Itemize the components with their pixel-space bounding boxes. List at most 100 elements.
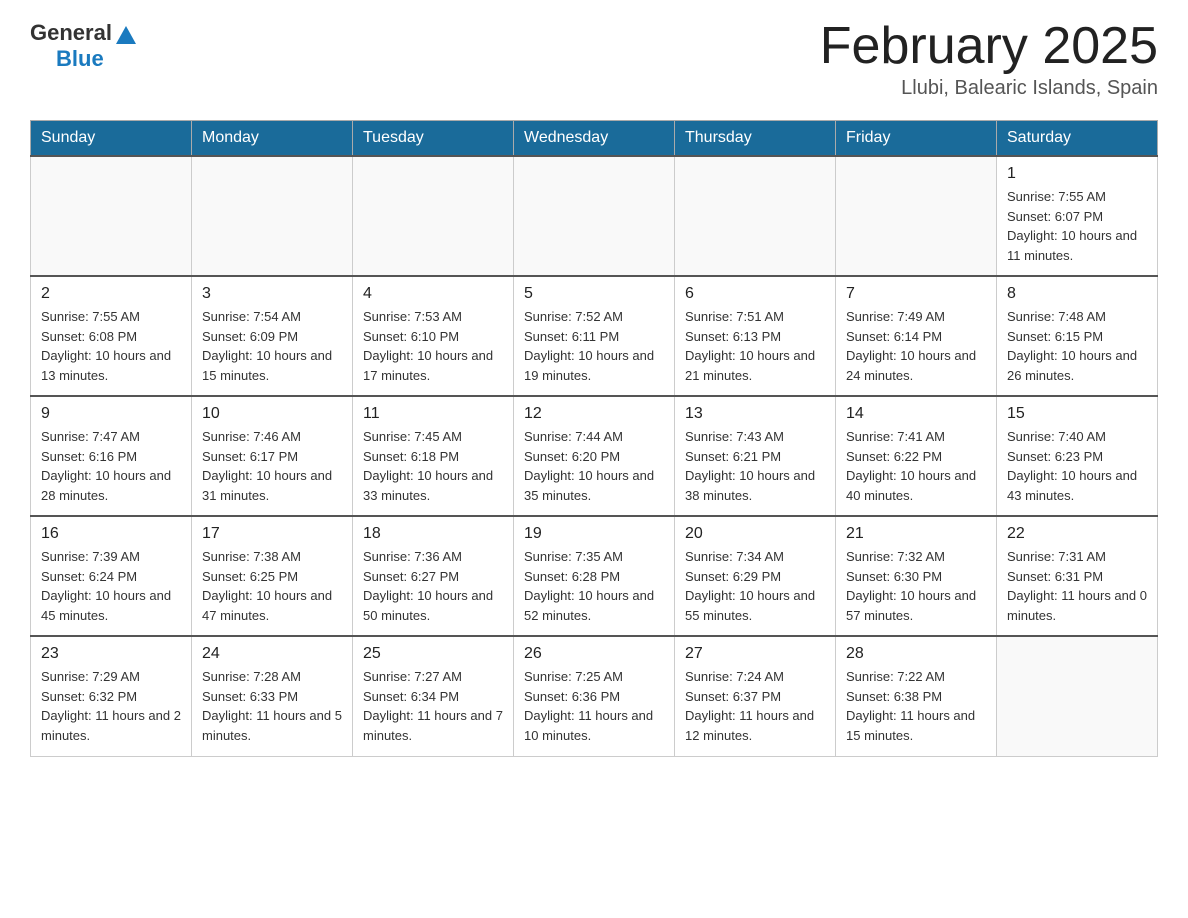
day-number: 25: [363, 645, 503, 663]
day-number: 11: [363, 405, 503, 423]
day-info: Sunrise: 7:34 AM Sunset: 6:29 PM Dayligh…: [685, 547, 825, 625]
calendar-header-tuesday: Tuesday: [353, 121, 514, 157]
calendar-day-cell: [997, 636, 1158, 756]
day-info: Sunrise: 7:49 AM Sunset: 6:14 PM Dayligh…: [846, 307, 986, 385]
calendar-day-cell: 19 Sunrise: 7:35 AM Sunset: 6:28 PM Dayli…: [514, 516, 675, 636]
day-number: 24: [202, 645, 342, 663]
day-info: Sunrise: 7:51 AM Sunset: 6:13 PM Dayligh…: [685, 307, 825, 385]
calendar-day-cell: 1 Sunrise: 7:55 AM Sunset: 6:07 PM Daylig…: [997, 156, 1158, 276]
day-info: Sunrise: 7:35 AM Sunset: 6:28 PM Dayligh…: [524, 547, 664, 625]
day-number: 20: [685, 525, 825, 543]
calendar-day-cell: 23 Sunrise: 7:29 AM Sunset: 6:32 PM Dayli…: [31, 636, 192, 756]
day-number: 15: [1007, 405, 1147, 423]
day-info: Sunrise: 7:28 AM Sunset: 6:33 PM Dayligh…: [202, 667, 342, 745]
day-info: Sunrise: 7:32 AM Sunset: 6:30 PM Dayligh…: [846, 547, 986, 625]
calendar-day-cell: 28 Sunrise: 7:22 AM Sunset: 6:38 PM Dayli…: [836, 636, 997, 756]
day-info: Sunrise: 7:53 AM Sunset: 6:10 PM Dayligh…: [363, 307, 503, 385]
calendar-day-cell: [353, 156, 514, 276]
day-info: Sunrise: 7:41 AM Sunset: 6:22 PM Dayligh…: [846, 427, 986, 505]
calendar-header-row: SundayMondayTuesdayWednesdayThursdayFrid…: [31, 121, 1158, 157]
calendar-table: SundayMondayTuesdayWednesdayThursdayFrid…: [30, 120, 1158, 757]
page-header: General Blue February 2025 Llubi, Balear…: [30, 20, 1158, 100]
day-number: 1: [1007, 165, 1147, 183]
logo: General Blue: [30, 20, 136, 72]
day-number: 22: [1007, 525, 1147, 543]
calendar-day-cell: 5Sunrise: 7:52 AM Sunset: 6:11 PM Daylig…: [514, 276, 675, 396]
day-number: 13: [685, 405, 825, 423]
calendar-header-thursday: Thursday: [675, 121, 836, 157]
day-number: 3: [202, 285, 342, 303]
calendar-day-cell: 10 Sunrise: 7:46 AM Sunset: 6:17 PM Dayli…: [192, 396, 353, 516]
calendar-day-cell: [675, 156, 836, 276]
calendar-day-cell: 11 Sunrise: 7:45 AM Sunset: 6:18 PM Dayli…: [353, 396, 514, 516]
day-number: 23: [41, 645, 181, 663]
day-number: 16: [41, 525, 181, 543]
day-info: Sunrise: 7:31 AM Sunset: 6:31 PM Dayligh…: [1007, 547, 1147, 625]
day-number: 8: [1007, 285, 1147, 303]
day-info: Sunrise: 7:45 AM Sunset: 6:18 PM Dayligh…: [363, 427, 503, 505]
calendar-day-cell: [31, 156, 192, 276]
calendar-day-cell: 20 Sunrise: 7:34 AM Sunset: 6:29 PM Dayli…: [675, 516, 836, 636]
calendar-day-cell: 27 Sunrise: 7:24 AM Sunset: 6:37 PM Dayli…: [675, 636, 836, 756]
calendar-week-row: 9Sunrise: 7:47 AM Sunset: 6:16 PM Daylig…: [31, 396, 1158, 516]
calendar-day-cell: [836, 156, 997, 276]
calendar-day-cell: [192, 156, 353, 276]
day-number: 5: [524, 285, 664, 303]
day-info: Sunrise: 7:25 AM Sunset: 6:36 PM Dayligh…: [524, 667, 664, 745]
day-info: Sunrise: 7:36 AM Sunset: 6:27 PM Dayligh…: [363, 547, 503, 625]
day-info: Sunrise: 7:39 AM Sunset: 6:24 PM Dayligh…: [41, 547, 181, 625]
calendar-day-cell: 25 Sunrise: 7:27 AM Sunset: 6:34 PM Dayli…: [353, 636, 514, 756]
day-info: Sunrise: 7:47 AM Sunset: 6:16 PM Dayligh…: [41, 427, 181, 505]
calendar-day-cell: 6Sunrise: 7:51 AM Sunset: 6:13 PM Daylig…: [675, 276, 836, 396]
calendar-day-cell: 16 Sunrise: 7:39 AM Sunset: 6:24 PM Dayli…: [31, 516, 192, 636]
day-info: Sunrise: 7:29 AM Sunset: 6:32 PM Dayligh…: [41, 667, 181, 745]
logo-triangle-icon: [116, 26, 136, 44]
logo-general-text: General: [30, 20, 112, 46]
calendar-header-sunday: Sunday: [31, 121, 192, 157]
day-info: Sunrise: 7:43 AM Sunset: 6:21 PM Dayligh…: [685, 427, 825, 505]
title-area: February 2025 Llubi, Balearic Islands, S…: [820, 20, 1158, 100]
calendar-day-cell: 26 Sunrise: 7:25 AM Sunset: 6:36 PM Dayli…: [514, 636, 675, 756]
day-info: Sunrise: 7:44 AM Sunset: 6:20 PM Dayligh…: [524, 427, 664, 505]
day-info: Sunrise: 7:27 AM Sunset: 6:34 PM Dayligh…: [363, 667, 503, 745]
calendar-day-cell: 8 Sunrise: 7:48 AM Sunset: 6:15 PM Daylig…: [997, 276, 1158, 396]
calendar-week-row: 23 Sunrise: 7:29 AM Sunset: 6:32 PM Dayli…: [31, 636, 1158, 756]
day-number: 21: [846, 525, 986, 543]
calendar-week-row: 1 Sunrise: 7:55 AM Sunset: 6:07 PM Daylig…: [31, 156, 1158, 276]
day-number: 18: [363, 525, 503, 543]
day-number: 7: [846, 285, 986, 303]
calendar-week-row: 2 Sunrise: 7:55 AM Sunset: 6:08 PM Daylig…: [31, 276, 1158, 396]
day-number: 10: [202, 405, 342, 423]
day-info: Sunrise: 7:24 AM Sunset: 6:37 PM Dayligh…: [685, 667, 825, 745]
day-number: 17: [202, 525, 342, 543]
calendar-day-cell: 18 Sunrise: 7:36 AM Sunset: 6:27 PM Dayli…: [353, 516, 514, 636]
calendar-day-cell: 3Sunrise: 7:54 AM Sunset: 6:09 PM Daylig…: [192, 276, 353, 396]
day-info: Sunrise: 7:38 AM Sunset: 6:25 PM Dayligh…: [202, 547, 342, 625]
calendar-day-cell: 22 Sunrise: 7:31 AM Sunset: 6:31 PM Dayli…: [997, 516, 1158, 636]
calendar-day-cell: [514, 156, 675, 276]
calendar-day-cell: 13 Sunrise: 7:43 AM Sunset: 6:21 PM Dayli…: [675, 396, 836, 516]
day-number: 2: [41, 285, 181, 303]
day-info: Sunrise: 7:48 AM Sunset: 6:15 PM Dayligh…: [1007, 307, 1147, 385]
calendar-day-cell: 9Sunrise: 7:47 AM Sunset: 6:16 PM Daylig…: [31, 396, 192, 516]
day-number: 14: [846, 405, 986, 423]
day-info: Sunrise: 7:46 AM Sunset: 6:17 PM Dayligh…: [202, 427, 342, 505]
calendar-day-cell: 14 Sunrise: 7:41 AM Sunset: 6:22 PM Dayli…: [836, 396, 997, 516]
day-number: 12: [524, 405, 664, 423]
logo-blue-text: Blue: [56, 46, 104, 72]
day-info: Sunrise: 7:55 AM Sunset: 6:07 PM Dayligh…: [1007, 187, 1147, 265]
day-number: 26: [524, 645, 664, 663]
day-info: Sunrise: 7:22 AM Sunset: 6:38 PM Dayligh…: [846, 667, 986, 745]
calendar-day-cell: 21 Sunrise: 7:32 AM Sunset: 6:30 PM Dayli…: [836, 516, 997, 636]
day-number: 28: [846, 645, 986, 663]
calendar-day-cell: 24 Sunrise: 7:28 AM Sunset: 6:33 PM Dayli…: [192, 636, 353, 756]
calendar-day-cell: 4Sunrise: 7:53 AM Sunset: 6:10 PM Daylig…: [353, 276, 514, 396]
day-number: 19: [524, 525, 664, 543]
day-info: Sunrise: 7:40 AM Sunset: 6:23 PM Dayligh…: [1007, 427, 1147, 505]
location-subtitle: Llubi, Balearic Islands, Spain: [820, 77, 1158, 100]
day-info: Sunrise: 7:55 AM Sunset: 6:08 PM Dayligh…: [41, 307, 181, 385]
day-number: 27: [685, 645, 825, 663]
month-title: February 2025: [820, 20, 1158, 72]
calendar-day-cell: 17 Sunrise: 7:38 AM Sunset: 6:25 PM Dayli…: [192, 516, 353, 636]
calendar-day-cell: 15 Sunrise: 7:40 AM Sunset: 6:23 PM Dayli…: [997, 396, 1158, 516]
